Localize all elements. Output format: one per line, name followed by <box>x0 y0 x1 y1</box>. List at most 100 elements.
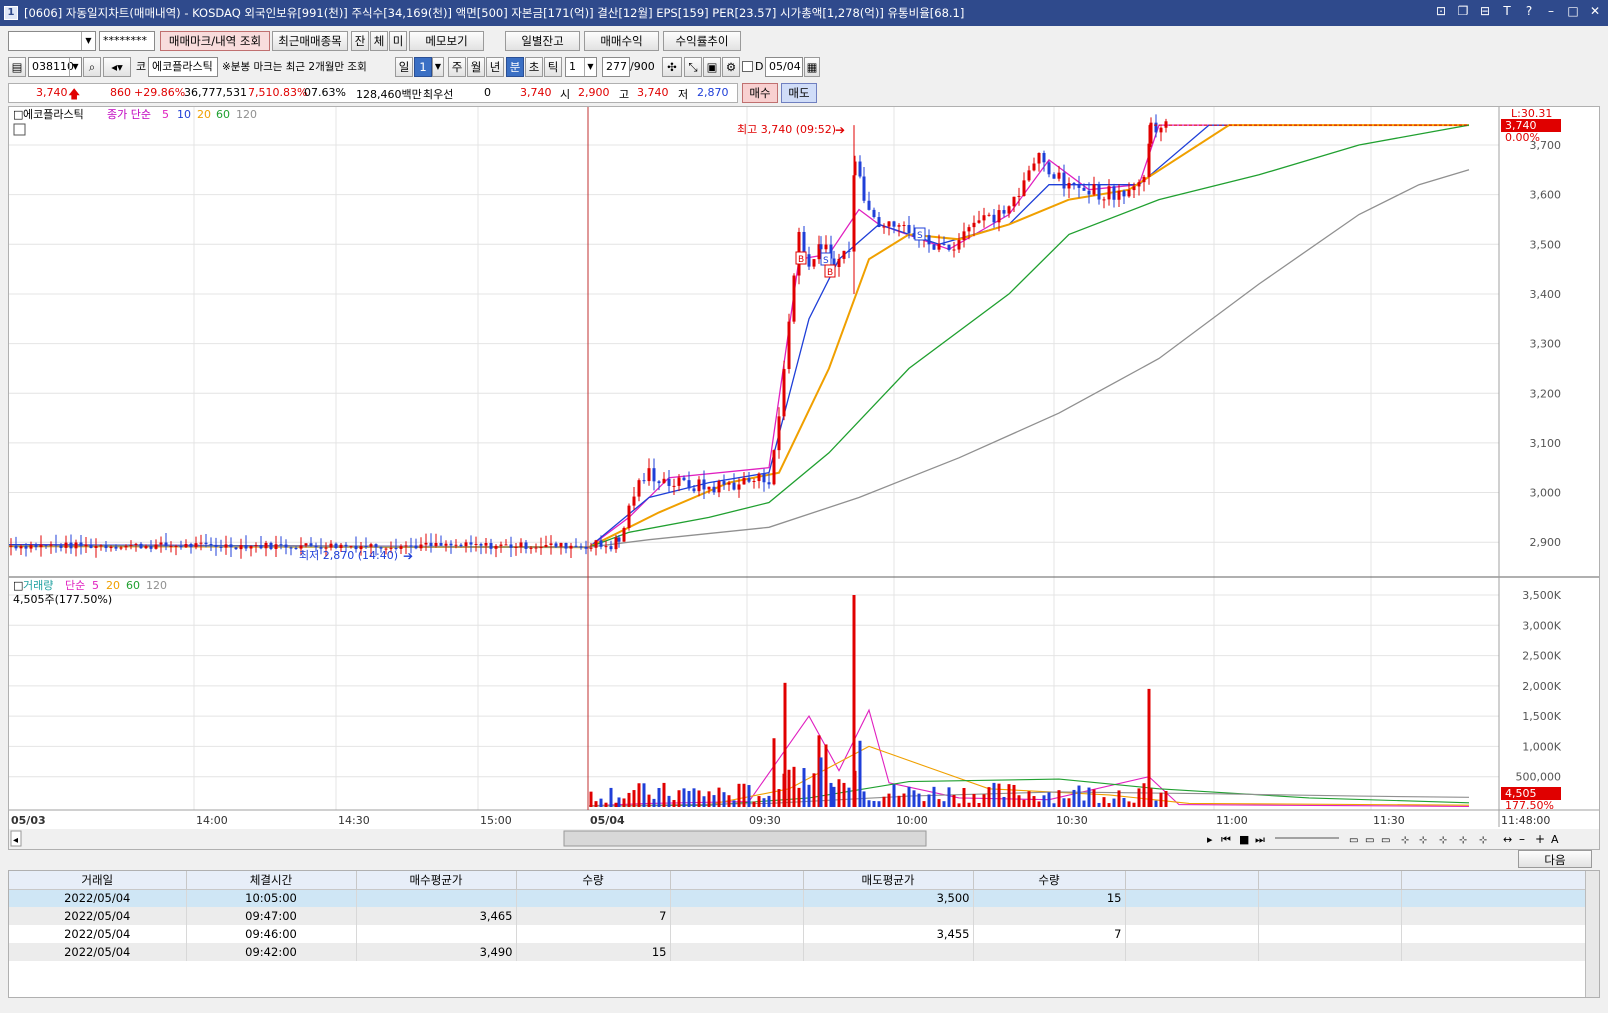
tool-icon-5[interactable]: ⊹ <box>1479 835 1487 846</box>
save-icon[interactable]: ▣ <box>703 57 721 77</box>
priority-label: 최우선 <box>423 88 454 101</box>
executed-button[interactable]: 체 <box>370 31 388 51</box>
trend-tool-icon[interactable]: ⤡ <box>684 57 702 77</box>
chevron-down-icon[interactable]: ▼ <box>432 57 444 77</box>
maximize-icon[interactable]: □ <box>1566 4 1580 18</box>
date-input[interactable]: 05/04 <box>765 57 803 77</box>
return-trend-button[interactable]: 수익률추이 <box>663 31 741 51</box>
volume-bar <box>692 788 696 807</box>
period-day-button[interactable]: 일 <box>395 57 413 77</box>
table-row[interactable]: 2022/05/04 09:47:00 3,465 7 <box>9 907 1588 925</box>
stop-icon[interactable]: ■ <box>1239 833 1249 846</box>
stock-name-field[interactable]: 에코플라스틱 <box>148 57 218 77</box>
period-minute-button[interactable]: 분 <box>506 57 524 77</box>
candle-body <box>129 544 133 546</box>
minimize-icon[interactable]: – <box>1544 4 1558 18</box>
table-scrollbar[interactable] <box>1585 871 1599 997</box>
pin-icon[interactable]: ⊟ <box>1478 4 1492 18</box>
trade-mark-button[interactable]: 매매마크/내역 조회 <box>160 31 270 51</box>
candle-body <box>194 543 198 548</box>
view-icon-3[interactable]: ▭ <box>1381 835 1390 846</box>
header-trade-date[interactable]: 거래일 <box>9 871 187 890</box>
password-field[interactable]: ******** <box>99 31 155 51</box>
period-second-button[interactable]: 초 <box>525 57 543 77</box>
next-button[interactable]: 다음 <box>1518 850 1592 868</box>
view-icon-2[interactable]: ▭ <box>1365 835 1374 846</box>
tile-icon[interactable]: ❐ <box>1456 4 1470 18</box>
help-icon[interactable]: ? <box>1522 4 1536 18</box>
volume-bar <box>802 768 806 807</box>
period-year-button[interactable]: 년 <box>486 57 504 77</box>
trade-history-table[interactable]: 거래일 체결시간 매수평균가 수량 매도평균가 수량 2022/05/04 10:… <box>8 870 1600 998</box>
candle-body <box>374 544 378 548</box>
trade-profit-button[interactable]: 매매수익 <box>584 31 659 51</box>
tool-icon-2[interactable]: ⊹ <box>1419 835 1427 846</box>
crosshair-icon[interactable]: ✣ <box>662 57 682 77</box>
candle-body <box>682 477 686 481</box>
gear-icon[interactable]: ⚙ <box>722 57 740 77</box>
font-size-icon[interactable]: A <box>1551 833 1559 846</box>
table-row[interactable]: 2022/05/04 09:42:00 3,490 15 <box>9 943 1588 961</box>
bar-count-input[interactable]: 277 <box>602 57 630 77</box>
header-sell-avg[interactable]: 매도평균가 <box>803 871 974 890</box>
date-checkbox[interactable] <box>742 61 753 72</box>
header-sell-qty[interactable]: 수량 <box>973 871 1126 890</box>
tool-icon[interactable]: ⊹ <box>1401 835 1409 846</box>
interval-select[interactable]: 1 ▼ <box>565 57 597 77</box>
scroll-right-icon[interactable]: ▸ <box>1207 833 1213 846</box>
layout-icon[interactable]: ▤ <box>8 57 26 77</box>
date-checkbox-label: D <box>755 60 764 73</box>
header-buy-avg[interactable]: 매수평균가 <box>356 871 517 890</box>
volume-bar <box>752 801 756 807</box>
memo-button[interactable]: 메모보기 <box>409 31 484 51</box>
candle-body <box>419 544 423 549</box>
candle-body <box>64 542 68 548</box>
screen-number-icon[interactable]: 1 <box>4 6 18 20</box>
table-cell: 09:46:00 <box>186 925 357 943</box>
link-icon[interactable]: ⊡ <box>1434 4 1448 18</box>
calendar-icon[interactable]: ▦ <box>804 57 820 77</box>
minus-icon[interactable]: – <box>1519 832 1525 846</box>
candle-body <box>109 546 113 549</box>
candle-body <box>499 544 503 546</box>
balance-button[interactable]: 잔 <box>351 31 369 51</box>
speaker-icon[interactable]: ◂▾ <box>103 57 131 77</box>
tool-icon-4[interactable]: ⊹ <box>1459 835 1467 846</box>
daily-balance-button[interactable]: 일별잔고 <box>505 31 580 51</box>
period-day-count[interactable]: 1 <box>414 57 432 77</box>
rewind-icon[interactable]: ⏮ <box>1221 833 1231 846</box>
tool-icon-3[interactable]: ⊹ <box>1439 835 1447 846</box>
period-tick-button[interactable]: 틱 <box>544 57 562 77</box>
stock-code-input[interactable]: 038110 ▼ <box>28 57 82 77</box>
chart-svg[interactable]: 3,7003,6003,5003,4003,3003,2003,1003,000… <box>8 107 1599 849</box>
forward-icon[interactable]: ⏭ <box>1255 833 1265 846</box>
header-exec-time[interactable]: 체결시간 <box>186 871 357 890</box>
scrollbar-thumb[interactable] <box>563 830 927 847</box>
zoom-out-icon[interactable]: ↔ <box>1503 833 1512 846</box>
table-cell: 7 <box>973 925 1126 943</box>
view-icon[interactable]: ▭ <box>1349 835 1358 846</box>
period-week-button[interactable]: 주 <box>448 57 466 77</box>
table-row[interactable]: 2022/05/04 09:46:00 3,455 7 <box>9 925 1588 943</box>
chevron-down-icon[interactable]: ▼ <box>81 32 95 50</box>
close-icon[interactable]: ✕ <box>1588 4 1602 18</box>
search-icon[interactable]: ⌕ <box>83 57 101 77</box>
header-buy-qty[interactable]: 수량 <box>516 871 671 890</box>
table-row[interactable]: 2022/05/04 10:05:00 3,500 15 <box>9 889 1588 907</box>
open-price: 2,900 <box>578 86 610 99</box>
candle-body <box>459 544 463 547</box>
chevron-down-icon[interactable]: ▼ <box>584 58 596 76</box>
recent-trades-button[interactable]: 최근매매종목 <box>272 31 348 51</box>
buy-button[interactable]: 매수 <box>742 83 778 103</box>
price-change: 860 <box>110 86 131 99</box>
candle-body <box>254 545 258 547</box>
chevron-down-icon[interactable]: ▼ <box>69 58 81 76</box>
account-select[interactable]: ▼ <box>8 31 96 51</box>
plus-icon[interactable]: + <box>1535 832 1545 846</box>
chart-panel[interactable]: 3,700 3,600 3,500 3,400 3,300 3,200 3,100 3,000… <box>8 106 1600 850</box>
grid-toggle-icon[interactable] <box>13 123 26 136</box>
font-icon[interactable]: T <box>1500 4 1514 18</box>
unexecuted-button[interactable]: 미 <box>389 31 407 51</box>
sell-button[interactable]: 매도 <box>781 83 817 103</box>
period-month-button[interactable]: 월 <box>467 57 485 77</box>
